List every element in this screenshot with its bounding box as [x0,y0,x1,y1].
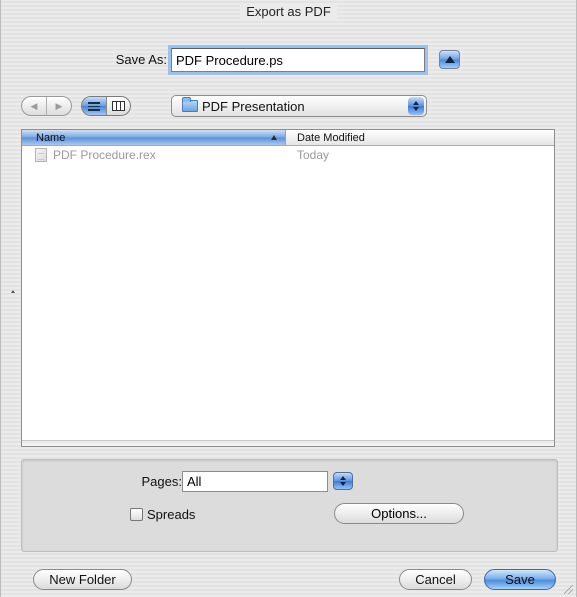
file-name: PDF Procedure.rex [53,147,156,162]
file-browser: Name Date Modified PDF Procedure.rex Tod… [21,129,555,447]
arrow-up-icon [340,476,346,480]
caret-up-icon [11,290,15,293]
file-date: Today [297,147,330,162]
view-mode-control [81,96,131,116]
spreads-label: Spreads [147,507,196,522]
column-header-date[interactable]: Date Modified [286,130,554,145]
cancel-button[interactable]: Cancel [399,569,472,590]
export-dialog: Export as PDF Save As: ◀ ▶ PDF Presentat… [0,0,577,597]
column-header-name[interactable]: Name [22,130,286,145]
arrow-down-icon [340,482,346,486]
document-icon [35,147,47,162]
file-row[interactable]: PDF Procedure.rex Today [22,146,554,163]
save-as-row: Save As: [1,47,576,73]
pages-field[interactable] [182,471,328,492]
save-button[interactable]: Save [484,569,556,590]
options-button[interactable]: Options... [334,503,464,524]
list-view-button[interactable] [82,97,106,115]
file-name-cell: PDF Procedure.rex [22,147,286,162]
browser-header: Name Date Modified [22,130,554,146]
expand-browser-button[interactable] [439,50,460,69]
save-as-label: Save As: [115,52,167,67]
back-button[interactable]: ◀ [22,97,46,115]
window-title: Export as PDF [240,3,337,19]
pdf-options-panel: Pages: Spreads Options... [21,459,558,552]
sort-ascending-icon [271,135,277,140]
location-label: PDF Presentation [202,98,305,114]
popup-arrows-icon [408,97,424,115]
new-folder-button[interactable]: New Folder [33,569,132,590]
spreads-option[interactable]: Spreads [130,507,195,522]
triangle-up-icon [444,56,455,63]
pages-label: Pages: [141,474,182,489]
list-view-icon [87,101,100,111]
browser-toolbar: ◀ ▶ PDF Presentation [21,94,561,118]
folder-icon [182,97,198,112]
title-bar: Export as PDF [1,0,576,22]
spreads-checkbox[interactable] [130,508,143,521]
column-date-label: Date Modified [297,131,365,144]
resize-grip-icon[interactable] [564,585,573,594]
back-forward-control: ◀ ▶ [21,96,72,116]
column-name-label: Name [36,131,66,144]
horizontal-scrollbar[interactable] [22,440,554,446]
save-as-field[interactable] [171,48,425,72]
forward-button[interactable]: ▶ [46,97,71,115]
column-view-icon [111,101,125,111]
location-popup[interactable]: PDF Presentation [171,95,427,117]
column-view-button[interactable] [105,97,131,115]
pages-popup-button[interactable] [333,472,353,490]
